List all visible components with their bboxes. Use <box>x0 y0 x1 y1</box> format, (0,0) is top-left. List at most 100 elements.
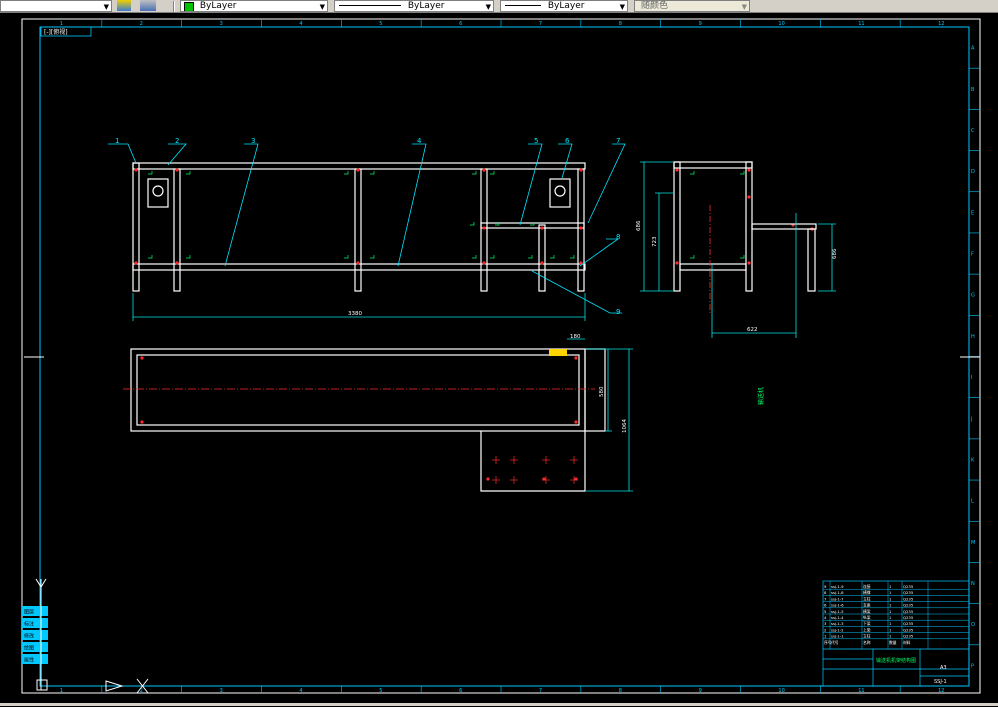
bom-cell: 1 <box>889 609 892 614</box>
layer-dropdown[interactable]: ▼ <box>0 0 112 12</box>
bom-cell: 横梁 <box>863 609 871 614</box>
bom-cell: 纵梁 <box>863 615 871 620</box>
dim-plan-width[interactable]: 580 <box>599 386 605 397</box>
bom-cell: 1 <box>889 596 892 601</box>
plan-view <box>130 348 606 492</box>
callout-8[interactable]: 8 <box>616 233 620 241</box>
weld-symbol-icon <box>344 171 349 175</box>
plan-hole-marks <box>492 456 578 484</box>
bom-cell: ssj-1-2 <box>831 627 844 632</box>
bom-header-cell: 代号 <box>831 640 839 645</box>
dim-overall-length[interactable]: 3380 <box>348 311 362 317</box>
bom-cell: 立柱 <box>863 596 871 601</box>
dim-side-width[interactable]: 622 <box>747 327 758 333</box>
left-tool-label: 图层 <box>24 610 34 616</box>
vertical-annotation[interactable]: 输送机 <box>757 387 765 405</box>
callout-3[interactable]: 3 <box>251 137 255 145</box>
bom-cell: ssj-1-3 <box>831 621 844 626</box>
bom-cell: Q235 <box>903 596 914 601</box>
bom-cell: Q235 <box>903 615 914 620</box>
weld-symbol-icon <box>370 171 375 175</box>
weld-marker <box>134 168 138 172</box>
grid-col-label-bottom: 7 <box>539 688 542 694</box>
plan-view-dimensions <box>567 338 633 492</box>
lineweight-dropdown[interactable]: ByLayer ▼ <box>500 0 628 12</box>
weld-marker <box>134 261 138 265</box>
layer-stack-icon[interactable] <box>140 0 156 11</box>
dim-plan-depth[interactable]: 1064 <box>622 419 628 433</box>
callout-7[interactable]: 7 <box>616 137 620 145</box>
front-view <box>132 162 586 292</box>
grid-row-label: J <box>970 416 972 422</box>
callout-9[interactable]: 9 <box>616 308 620 316</box>
cad-drawing[interactable]: 112233445566778899101011111212 ABCDEFGHI… <box>0 13 998 703</box>
grid-col-label-top: 5 <box>379 21 382 27</box>
drawing-canvas[interactable]: 1 1 2 2 3 3 4 4 5 5 6 6 7 7 8 8 9 9 10 10 11 11 12 12 ABCDEFGHI… <box>0 13 998 703</box>
title-drawing-number[interactable]: SSJ-1 <box>934 679 947 685</box>
title-drawing-name[interactable]: 输送机机架结构图 <box>876 657 916 664</box>
side-view <box>673 161 817 292</box>
bom-cell: ssj-1-8 <box>831 590 844 595</box>
chevron-down-icon: ▼ <box>619 3 625 11</box>
selected-grip[interactable] <box>549 349 567 356</box>
linetype-value: ByLayer <box>407 1 445 11</box>
weld-marker <box>574 356 578 360</box>
grid-column-labels: 112233445566778899101011111212 <box>60 19 944 694</box>
view-label[interactable]: [-][俯视] <box>44 28 68 36</box>
weld-marker <box>486 477 490 481</box>
bom-cell: 6 <box>824 603 827 608</box>
grid-col-label-top: 9 <box>699 21 702 27</box>
grid-col-label-bottom: 8 <box>619 688 622 694</box>
bom-cell: 1 <box>889 615 892 620</box>
grid-col-label-top: 1 <box>60 21 63 27</box>
callout-1[interactable]: 1 <box>115 137 119 145</box>
weld-symbol-icon <box>186 255 191 259</box>
weld-symbol-icon <box>570 255 575 259</box>
weld-symbol-icon <box>470 222 475 226</box>
grid-row-label: G <box>971 293 975 299</box>
bom-cell: ssj-1-1 <box>831 634 844 639</box>
plot-style-value: 随颜色 <box>641 1 669 11</box>
linetype-dropdown[interactable]: ByLayer ▼ <box>334 0 494 12</box>
dim-side-right[interactable]: 686 <box>832 248 838 259</box>
weld-marker <box>482 168 486 172</box>
grid-col-label-bottom: 9 <box>699 688 702 694</box>
dim-plan-step[interactable]: 180 <box>570 334 581 340</box>
grid-row-label: E <box>971 210 974 216</box>
callout-2[interactable]: 2 <box>175 137 179 145</box>
left-tool-label: 绘图 <box>24 645 34 652</box>
weld-marker <box>747 261 751 265</box>
title-scale[interactable]: A3 <box>940 665 947 671</box>
weld-marker <box>140 356 144 360</box>
callout-6[interactable]: 6 <box>565 137 570 145</box>
grid-row-label: K <box>971 457 975 463</box>
dim-side-outer[interactable]: 686 <box>636 220 642 231</box>
bom-cell: 1 <box>889 584 892 589</box>
dim-side-inner[interactable]: 723 <box>652 236 658 247</box>
bom-cell: Q235 <box>903 603 914 608</box>
bom-table: 9 ssj-1-9 连接 1 Q235 8 ssj-1-8 横撑 1 Q235 7 ssj-1-7 立柱… <box>823 581 969 649</box>
layer-icon[interactable] <box>117 0 131 11</box>
color-value: ByLayer <box>199 1 237 11</box>
weld-symbol-icon <box>740 171 745 175</box>
bom-cell: 9 <box>824 584 827 589</box>
weld-marker <box>175 168 179 172</box>
bom-header-cell: 数量 <box>889 640 897 645</box>
grid-row-label: N <box>971 581 975 587</box>
plot-style-dropdown[interactable]: 随颜色 ▼ <box>634 0 750 12</box>
chevron-down-icon: ▼ <box>103 3 109 11</box>
green-swatch-icon <box>184 2 194 11</box>
inner-sheet-border <box>39 26 970 687</box>
grid-col-label-top: 10 <box>778 21 784 27</box>
weld-symbol-icon <box>690 171 695 175</box>
lineweight-value: ByLayer <box>547 1 585 11</box>
callout-4[interactable]: 4 <box>417 137 422 145</box>
grid-row-label: L <box>971 499 974 505</box>
grid-col-label-bottom: 4 <box>299 688 302 694</box>
grid-col-label-top: 3 <box>220 21 223 27</box>
weld-marker <box>175 261 179 265</box>
color-dropdown[interactable]: ByLayer ▼ <box>180 0 328 12</box>
callout-5[interactable]: 5 <box>534 137 538 145</box>
bom-cell: ssj-1-9 <box>831 584 844 589</box>
bom-cell: 2 <box>824 627 827 632</box>
